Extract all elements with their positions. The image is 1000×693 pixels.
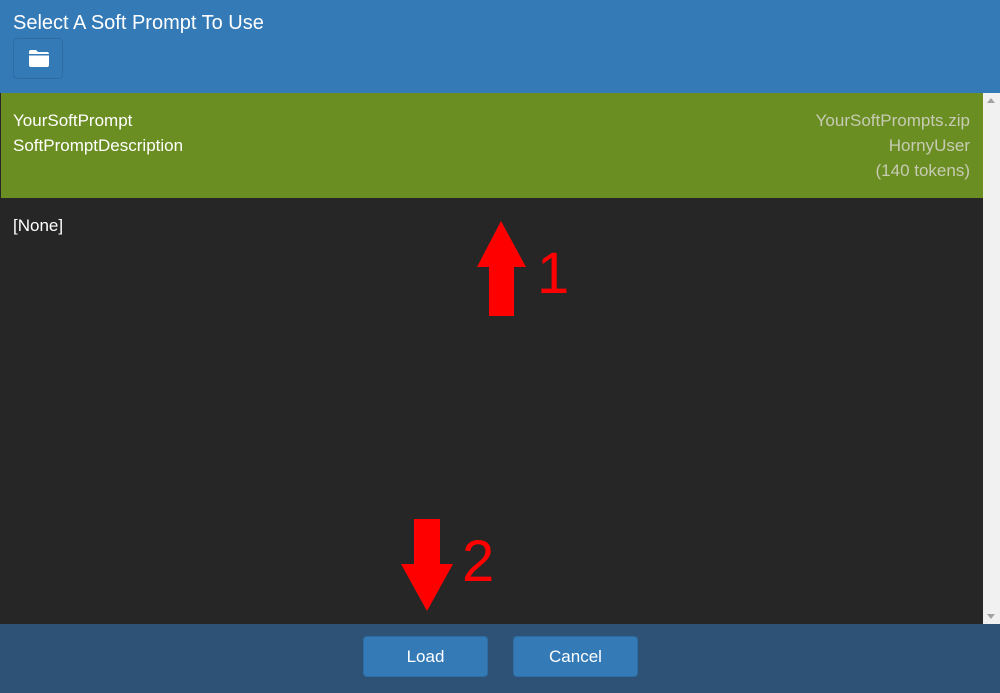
modal-header: Select A Soft Prompt To Use — [0, 0, 1000, 93]
soft-prompt-tokens: (140 tokens) — [875, 161, 971, 180]
scroll-down-arrow-icon[interactable] — [987, 614, 995, 619]
scroll-up-arrow-icon[interactable] — [987, 98, 995, 103]
soft-prompt-list[interactable]: YourSoftPrompt SoftPromptDescription You… — [0, 93, 1000, 624]
none-label: [None] — [13, 216, 64, 235]
cancel-button[interactable]: Cancel — [513, 636, 638, 677]
list-item-selected[interactable]: YourSoftPrompt SoftPromptDescription You… — [1, 93, 983, 198]
soft-prompt-name: YourSoftPrompt — [13, 111, 133, 130]
soft-prompt-description: SoftPromptDescription — [13, 136, 184, 155]
folder-icon — [29, 50, 49, 67]
soft-prompt-file: YourSoftPrompts.zip — [815, 111, 970, 130]
modal-footer: Load Cancel — [0, 624, 1000, 693]
modal-title: Select A Soft Prompt To Use — [13, 12, 264, 34]
load-button[interactable]: Load — [363, 636, 488, 677]
list-item-none[interactable]: [None] — [1, 198, 983, 235]
soft-prompt-author: HornyUser — [888, 136, 970, 155]
open-folder-button[interactable] — [13, 38, 63, 79]
scrollbar[interactable] — [983, 93, 1000, 624]
